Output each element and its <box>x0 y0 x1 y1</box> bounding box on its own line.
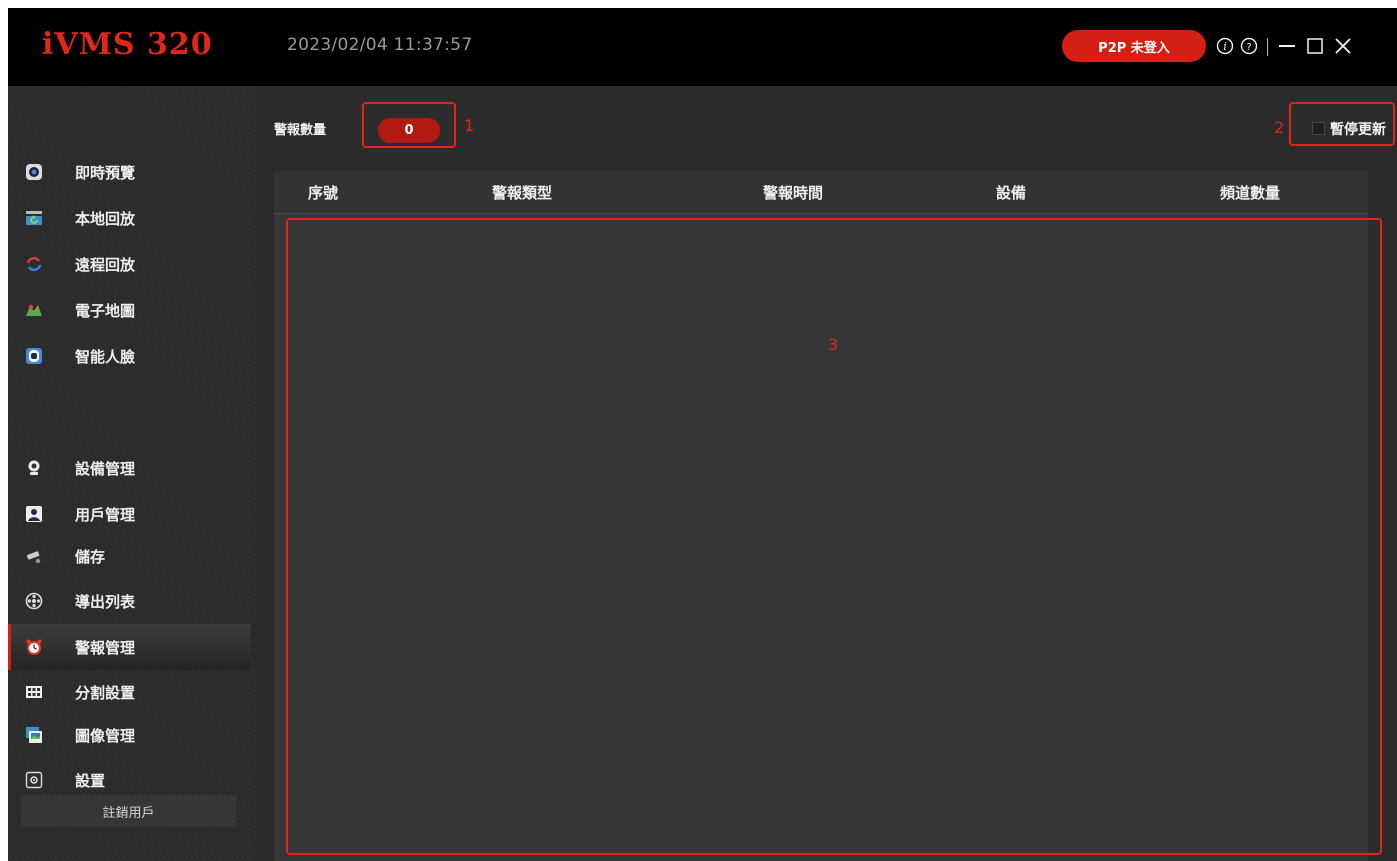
alarm-clock-icon <box>25 638 43 656</box>
titlebar-divider <box>1267 38 1268 56</box>
image-management-icon <box>25 726 43 744</box>
info-icon[interactable]: i <box>1215 32 1235 60</box>
sidebar-item-export-list[interactable]: 導出列表 <box>8 581 251 621</box>
sidebar-item-e-map[interactable]: 電子地圖 <box>8 290 251 330</box>
sidebar-item-label: 電子地圖 <box>75 302 136 320</box>
annotation-label-3: 3 <box>828 335 839 354</box>
sidebar-item-device-management[interactable]: 設備管理 <box>8 448 251 488</box>
sidebar-item-settings[interactable]: 設置 <box>8 760 251 800</box>
app-logo: iVMS 320 <box>42 27 213 62</box>
sidebar-item-label: 用戶管理 <box>75 506 136 524</box>
e-map-icon <box>25 301 43 319</box>
export-list-icon <box>25 592 43 610</box>
user-management-icon <box>25 505 43 523</box>
sidebar-item-live-view[interactable]: 即時預覽 <box>8 152 251 192</box>
minimize-icon[interactable] <box>1276 32 1298 60</box>
sidebar-item-label: 警報管理 <box>75 639 136 657</box>
sidebar-item-label: 智能人臉 <box>75 348 136 366</box>
sidebar-item-image-management[interactable]: 圖像管理 <box>8 715 251 755</box>
sidebar-item-label: 設置 <box>75 772 106 790</box>
sidebar-item-label: 遠程回放 <box>75 256 136 274</box>
remote-playback-icon <box>25 255 43 273</box>
svg-text:i: i <box>1223 40 1227 53</box>
p2p-login-button[interactable]: P2P 未登入 <box>1062 30 1206 62</box>
sidebar-item-label: 分割設置 <box>75 684 136 702</box>
sidebar-item-storage[interactable]: 儲存 <box>8 536 251 576</box>
local-playback-icon <box>25 209 43 227</box>
annotation-box-3 <box>286 218 1382 855</box>
maximize-icon[interactable] <box>1304 32 1326 60</box>
annotation-box-1 <box>362 102 456 148</box>
storage-icon <box>25 547 43 565</box>
annotation-label-2: 2 <box>1274 118 1285 137</box>
sidebar: 即時預覽 本地回放 遠程回放 電子地圖 智能人臉 設備管理 用戶管理 儲存 導出… <box>8 86 251 861</box>
sidebar-item-label: 設備管理 <box>75 460 136 478</box>
pause-update-label[interactable]: 暫停更新 <box>1330 119 1386 139</box>
sidebar-item-label: 導出列表 <box>75 593 136 611</box>
face-recognition-icon <box>25 347 43 365</box>
alarm-table-header: 序號 警報類型 警報時間 設備 頻道數量 <box>274 171 1368 214</box>
sidebar-item-label: 本地回放 <box>75 210 136 228</box>
column-header-index[interactable]: 序號 <box>308 182 338 203</box>
settings-icon <box>25 771 43 789</box>
sidebar-item-alarm-management[interactable]: 警報管理 <box>8 624 251 670</box>
close-icon[interactable] <box>1331 32 1355 60</box>
sidebar-item-face-recognition[interactable]: 智能人臉 <box>8 336 251 376</box>
sidebar-item-label: 儲存 <box>75 548 106 566</box>
help-icon[interactable]: ? <box>1239 32 1259 60</box>
column-header-device[interactable]: 設備 <box>996 182 1026 203</box>
split-layout-icon <box>25 683 43 701</box>
device-management-icon <box>25 459 43 477</box>
current-datetime: 2023/02/04 11:37:57 <box>287 35 473 55</box>
sidebar-item-split-layout[interactable]: 分割設置 <box>8 672 251 712</box>
alarm-management-panel: 警報數量 0 1 2 暫停更新 序號 警報類型 警報時間 設備 頻道數量 3 <box>251 86 1397 861</box>
pause-update-checkbox[interactable] <box>1312 122 1325 135</box>
title-bar: iVMS 320 2023/02/04 11:37:57 P2P 未登入 i ? <box>8 8 1397 86</box>
sidebar-item-label: 圖像管理 <box>75 727 136 745</box>
svg-text:?: ? <box>1246 42 1251 53</box>
annotation-label-1: 1 <box>464 116 475 135</box>
alarm-count-label: 警報數量 <box>274 123 327 138</box>
app-window: iVMS 320 2023/02/04 11:37:57 P2P 未登入 i ?… <box>8 8 1397 861</box>
column-header-alarm-time[interactable]: 警報時間 <box>763 182 823 203</box>
sidebar-item-remote-playback[interactable]: 遠程回放 <box>8 244 251 284</box>
column-header-alarm-type[interactable]: 警報類型 <box>492 182 552 203</box>
sidebar-item-local-playback[interactable]: 本地回放 <box>8 198 251 238</box>
logout-button[interactable]: 註銷用戶 <box>21 795 236 827</box>
live-view-icon <box>25 163 43 181</box>
column-header-channel-count[interactable]: 頻道數量 <box>1220 182 1280 203</box>
sidebar-item-label: 即時預覽 <box>75 164 136 182</box>
sidebar-item-user-management[interactable]: 用戶管理 <box>8 494 251 534</box>
